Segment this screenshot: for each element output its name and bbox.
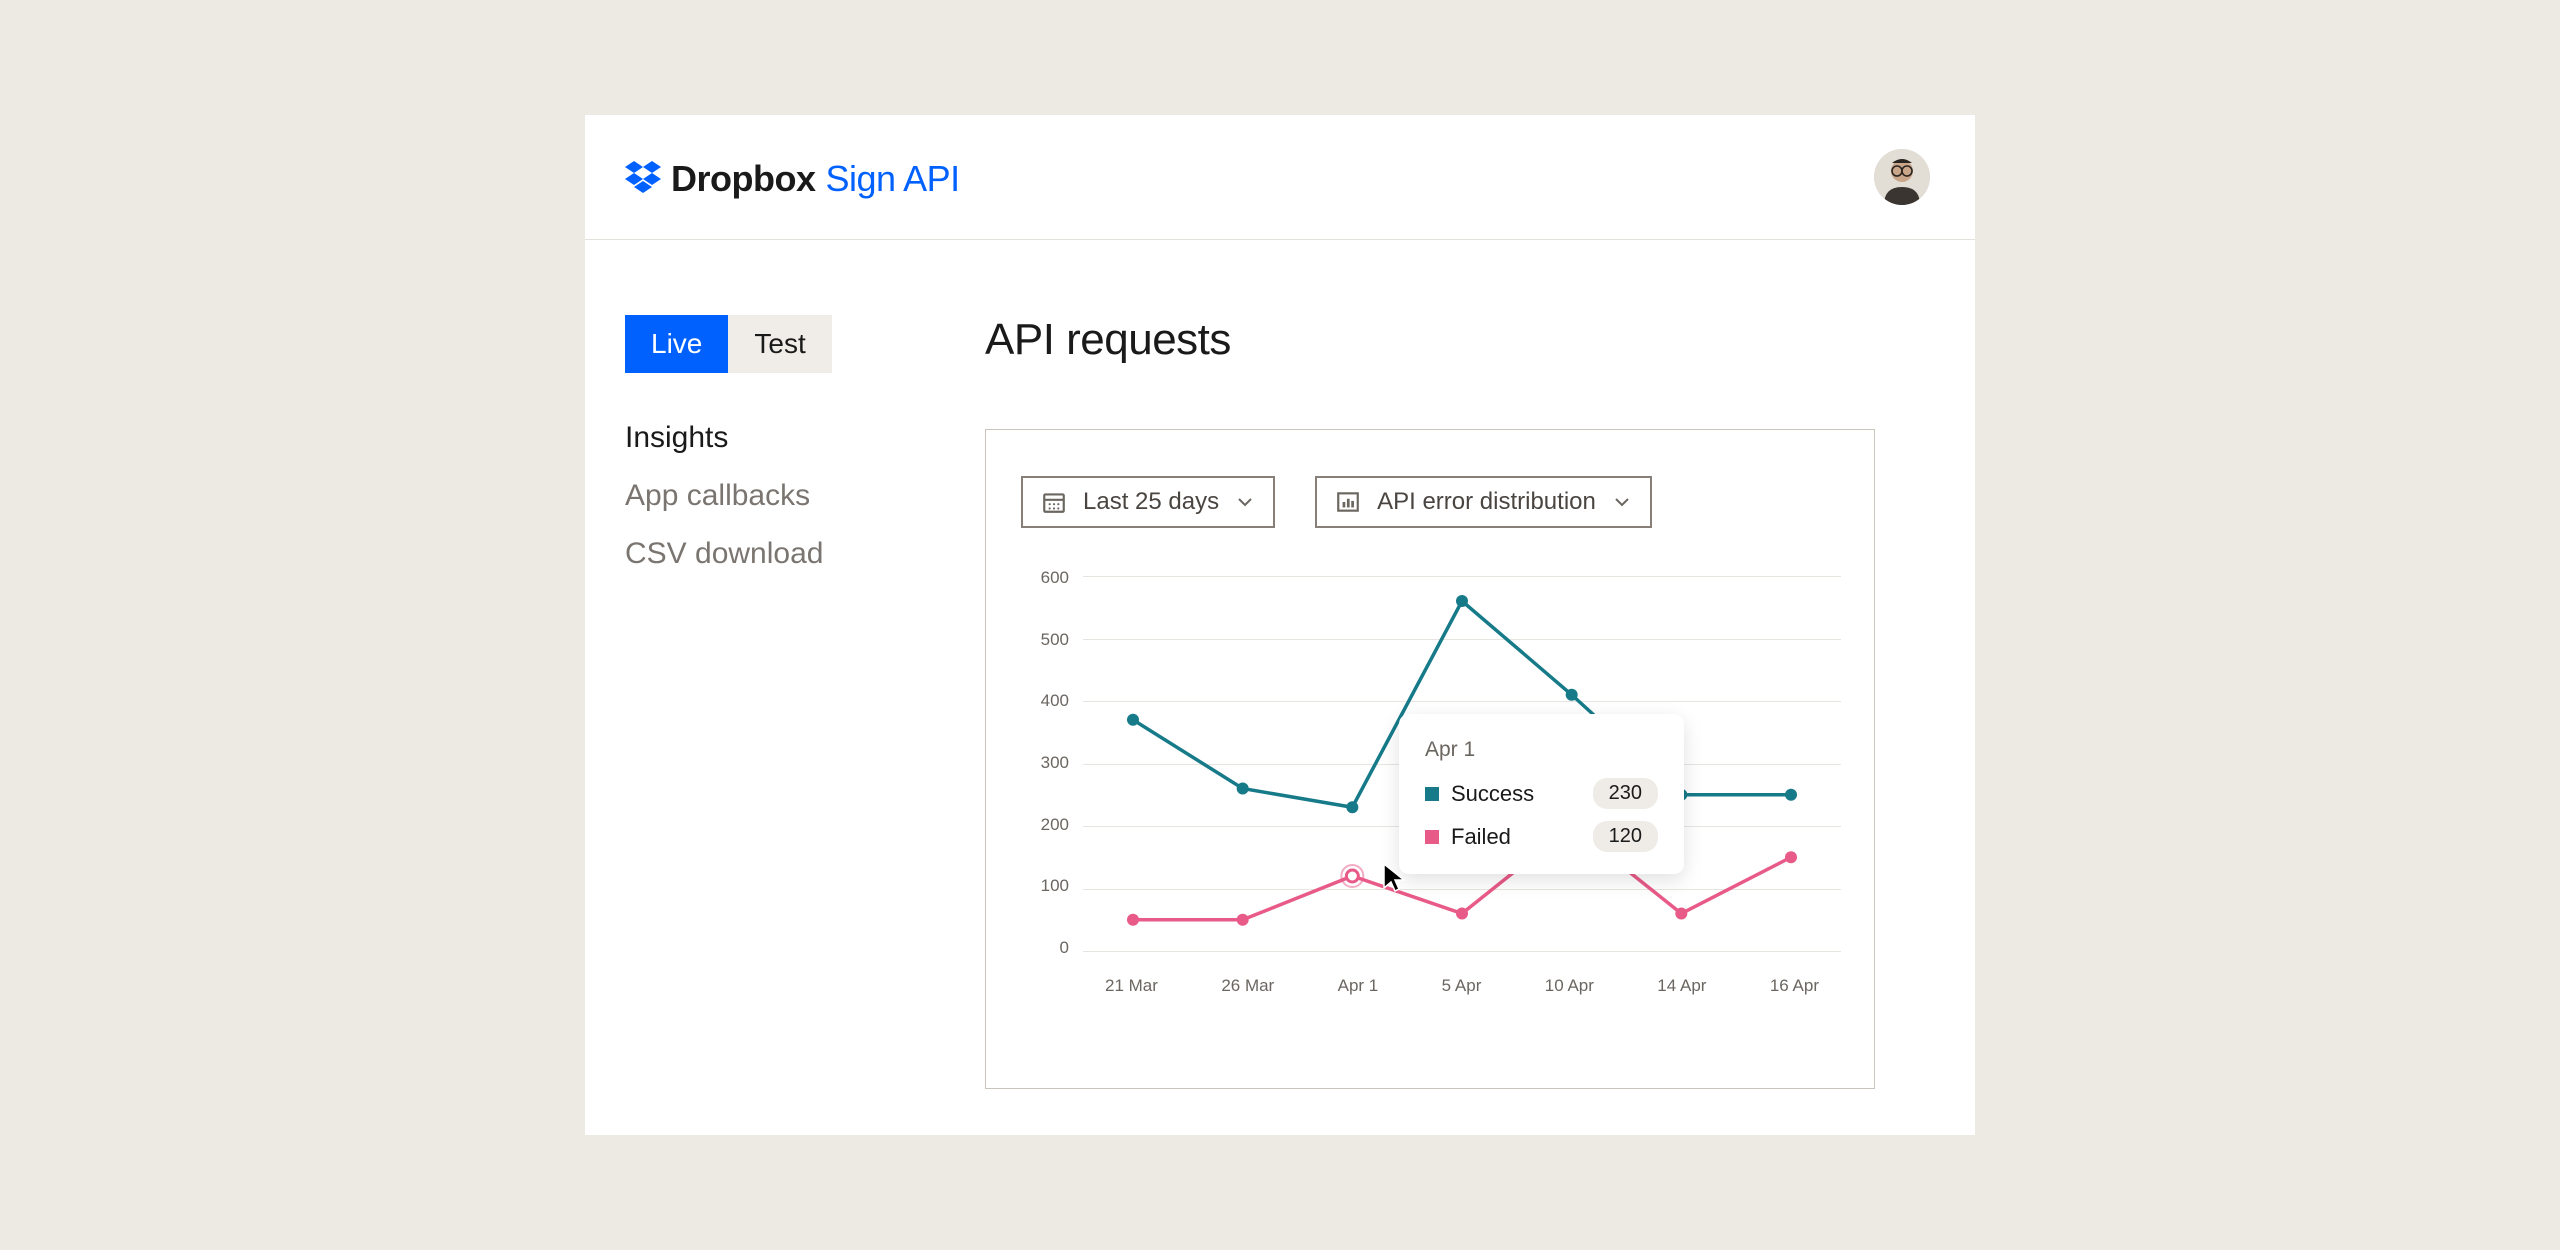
brand-secondary: Sign API <box>826 158 960 200</box>
y-tick: 400 <box>1021 691 1081 711</box>
avatar[interactable] <box>1874 149 1930 205</box>
tooltip-label-failed: Failed <box>1451 824 1511 850</box>
distribution-dropdown[interactable]: API error distribution <box>1315 476 1652 528</box>
tooltip-row-failed: Failed 120 <box>1425 821 1658 852</box>
brand-primary: Dropbox <box>671 158 816 200</box>
main: API requests Last 25 days <box>985 315 1935 1089</box>
cursor-icon <box>1380 862 1412 894</box>
chevron-down-icon <box>1235 492 1255 512</box>
dropbox-logo-icon <box>625 159 661 195</box>
y-tick: 500 <box>1021 630 1081 650</box>
mode-tab-live[interactable]: Live <box>625 315 728 373</box>
sidebar-item-app-callbacks[interactable]: App callbacks <box>625 479 915 513</box>
sidebar-item-insights[interactable]: Insights <box>625 421 915 455</box>
tooltip-row-success: Success 230 <box>1425 778 1658 809</box>
plot-area: 0 100 200 300 400 500 600 21 Mar 26 Mar Apr 1 5 A… <box>1021 568 1841 1018</box>
y-tick: 200 <box>1021 815 1081 835</box>
x-tick: Apr 1 <box>1338 976 1379 996</box>
mode-tab-test[interactable]: Test <box>728 315 831 373</box>
mode-tabs: Live Test <box>625 315 915 373</box>
x-axis: 21 Mar 26 Mar Apr 1 5 Apr 10 Apr 14 Apr 16 Apr <box>1083 976 1841 996</box>
x-tick: 16 Apr <box>1770 976 1819 996</box>
x-tick: 5 Apr <box>1442 976 1482 996</box>
swatch-success <box>1425 787 1439 801</box>
bar-chart-icon <box>1335 489 1361 515</box>
sidebar-item-csv-download[interactable]: CSV download <box>625 537 915 571</box>
tooltip-date: Apr 1 <box>1425 738 1658 762</box>
chart-panel: Last 25 days API error distribution <box>985 429 1875 1089</box>
x-tick: 21 Mar <box>1105 976 1158 996</box>
date-range-label: Last 25 days <box>1083 488 1219 516</box>
chevron-down-icon <box>1612 492 1632 512</box>
y-tick: 0 <box>1021 938 1081 958</box>
y-tick: 600 <box>1021 568 1081 588</box>
y-tick: 100 <box>1021 876 1081 896</box>
date-range-dropdown[interactable]: Last 25 days <box>1021 476 1275 528</box>
brand: Dropbox Sign API <box>625 155 960 200</box>
sidebar: Live Test Insights App callbacks CSV dow… <box>625 315 915 1089</box>
calendar-icon <box>1041 489 1067 515</box>
x-tick: 26 Mar <box>1221 976 1274 996</box>
nav-list: Insights App callbacks CSV download <box>625 421 915 571</box>
header: Dropbox Sign API <box>585 115 1975 240</box>
y-tick: 300 <box>1021 753 1081 773</box>
x-tick: 14 Apr <box>1657 976 1706 996</box>
distribution-label: API error distribution <box>1377 488 1596 516</box>
swatch-failed <box>1425 830 1439 844</box>
tooltip-label-success: Success <box>1451 781 1534 807</box>
y-axis: 0 100 200 300 400 500 600 <box>1021 568 1081 958</box>
body: Live Test Insights App callbacks CSV dow… <box>585 240 1975 1089</box>
tooltip-value-failed: 120 <box>1593 821 1658 852</box>
chart-controls: Last 25 days API error distribution <box>1021 476 1839 528</box>
tooltip-value-success: 230 <box>1593 778 1658 809</box>
app-window: Dropbox Sign API Live Test Insights App … <box>585 115 1975 1135</box>
page-title: API requests <box>985 315 1935 365</box>
x-tick: 10 Apr <box>1545 976 1594 996</box>
chart-tooltip: Apr 1 Success 230 Failed <box>1399 714 1684 874</box>
